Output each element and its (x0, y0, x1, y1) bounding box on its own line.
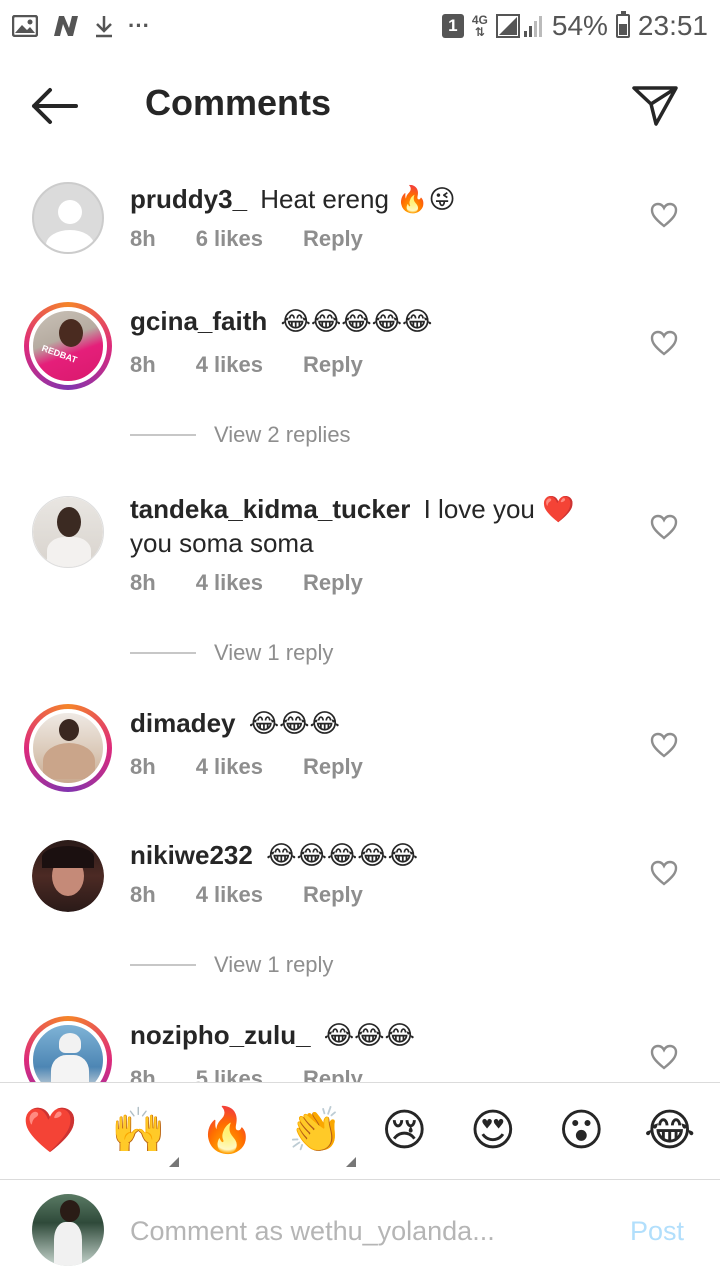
heart-outline-icon (650, 732, 678, 758)
divider-line (130, 434, 196, 436)
comment-username[interactable]: gcina_faith (130, 306, 267, 336)
comment-time: 8h (130, 1066, 156, 1082)
avatar[interactable]: REDBAT (24, 302, 112, 390)
comment-time: 8h (130, 570, 156, 595)
like-button[interactable] (650, 330, 678, 356)
comment-username[interactable]: dimadey (130, 708, 236, 738)
reply-button[interactable]: Reply (303, 882, 363, 908)
surprised-face-emoji-button[interactable]: 😮 (551, 1101, 611, 1161)
fire-emoji-button[interactable]: 🔥 (197, 1101, 257, 1161)
gallery-icon (12, 15, 38, 37)
comment-likes[interactable]: 4 likes (196, 754, 263, 780)
share-button[interactable] (630, 80, 680, 130)
heart-outline-icon (650, 202, 678, 228)
comment-text: 😂😂😂 (248, 708, 340, 738)
heart-outline-icon (650, 860, 678, 886)
like-button[interactable] (650, 1044, 678, 1070)
divider-line (130, 652, 196, 654)
like-button[interactable] (650, 514, 678, 540)
heart-eyes-emoji-button[interactable]: 😍 (463, 1101, 523, 1161)
network-type: 4G ⇅ (471, 13, 488, 39)
comment-likes[interactable]: 5 likes (196, 1066, 263, 1082)
back-button[interactable] (28, 84, 82, 128)
comment-text: 😂😂😂😂😂 (280, 306, 433, 336)
comment-time: 8h (130, 352, 156, 377)
sim-badge: 1 (441, 14, 464, 38)
signal-icon (495, 13, 544, 39)
comment-text: 😂😂😂 (323, 1020, 415, 1050)
reply-button[interactable]: Reply (303, 1066, 363, 1082)
comment-time: 8h (130, 754, 156, 779)
heart-outline-icon (650, 330, 678, 356)
raising-hands-emoji-button[interactable]: 🙌 (109, 1101, 179, 1167)
comment-likes[interactable]: 4 likes (196, 352, 263, 378)
comment-input[interactable] (130, 1208, 590, 1254)
avatar[interactable] (24, 704, 112, 792)
view-replies-button[interactable]: View 1 reply (130, 952, 333, 978)
reply-button[interactable]: Reply (303, 570, 363, 596)
avatar[interactable] (32, 182, 104, 254)
clapping-hands-emoji: 👏 (288, 1105, 344, 1156)
avatar[interactable] (32, 496, 104, 568)
comment-time: 8h (130, 882, 156, 907)
paper-plane-icon (632, 86, 678, 126)
raising-hands-emoji: 🙌 (111, 1105, 167, 1156)
clapping-hands-emoji-button[interactable]: 👏 (286, 1101, 356, 1167)
reply-button[interactable]: Reply (303, 226, 363, 252)
page-title: Comments (145, 82, 332, 123)
comment-text: Heat ereng 🔥😜 (260, 184, 456, 214)
skin-tone-indicator (345, 1157, 356, 1167)
comment-likes[interactable]: 6 likes (196, 226, 263, 252)
view-replies-button[interactable]: View 2 replies (130, 422, 351, 448)
post-button[interactable]: Post (630, 1216, 684, 1247)
arrow-left-icon (32, 88, 78, 124)
reply-button[interactable]: Reply (303, 352, 363, 378)
heart-outline-icon (650, 514, 678, 540)
like-button[interactable] (650, 732, 678, 758)
heart-outline-icon (650, 1044, 678, 1070)
divider-line (130, 964, 196, 966)
view-replies-label: View 2 replies (214, 422, 351, 447)
comment-time: 8h (130, 226, 156, 251)
avatar[interactable] (32, 840, 104, 912)
like-button[interactable] (650, 202, 678, 228)
view-replies-button[interactable]: View 1 reply (130, 640, 333, 666)
like-button[interactable] (650, 860, 678, 886)
more-notifications-icon: ··· (128, 13, 150, 38)
download-icon (94, 14, 114, 38)
n-app-icon (52, 14, 80, 38)
comment-username[interactable]: nozipho_zulu_ (130, 1020, 311, 1050)
quick-emoji-bar: ❤️ 🙌 🔥 👏 😢 😍 😮 😂 (0, 1082, 720, 1180)
comment-username[interactable]: tandeka_kidma_tucker (130, 494, 410, 524)
comment-text: 😂😂😂😂😂 (266, 840, 418, 870)
comments-list[interactable]: pruddy3_ Heat ereng 🔥😜 8h 6 likes Reply … (0, 150, 720, 1082)
skin-tone-indicator (168, 1157, 179, 1167)
my-avatar (32, 1194, 104, 1266)
comment-composer: Post (0, 1180, 720, 1280)
comment-username[interactable]: pruddy3_ (130, 184, 247, 214)
app-header: Comments (0, 62, 720, 150)
view-replies-label: View 1 reply (214, 952, 334, 977)
view-replies-label: View 1 reply (214, 640, 334, 665)
comment-likes[interactable]: 4 likes (196, 570, 263, 596)
battery-percent: 54% (551, 10, 608, 41)
avatar[interactable] (24, 1016, 112, 1082)
comment-likes[interactable]: 4 likes (196, 882, 263, 908)
red-heart-emoji-button[interactable]: ❤️ (20, 1101, 80, 1161)
comment-username[interactable]: nikiwe232 (130, 840, 253, 870)
clock: 23:51 (637, 10, 708, 41)
status-bar: ··· 1 4G ⇅ 54% 23:51 (0, 0, 720, 52)
crying-face-emoji-button[interactable]: 😢 (374, 1101, 434, 1161)
battery-icon (615, 11, 630, 38)
tears-of-joy-emoji-button[interactable]: 😂 (640, 1101, 700, 1161)
reply-button[interactable]: Reply (303, 754, 363, 780)
